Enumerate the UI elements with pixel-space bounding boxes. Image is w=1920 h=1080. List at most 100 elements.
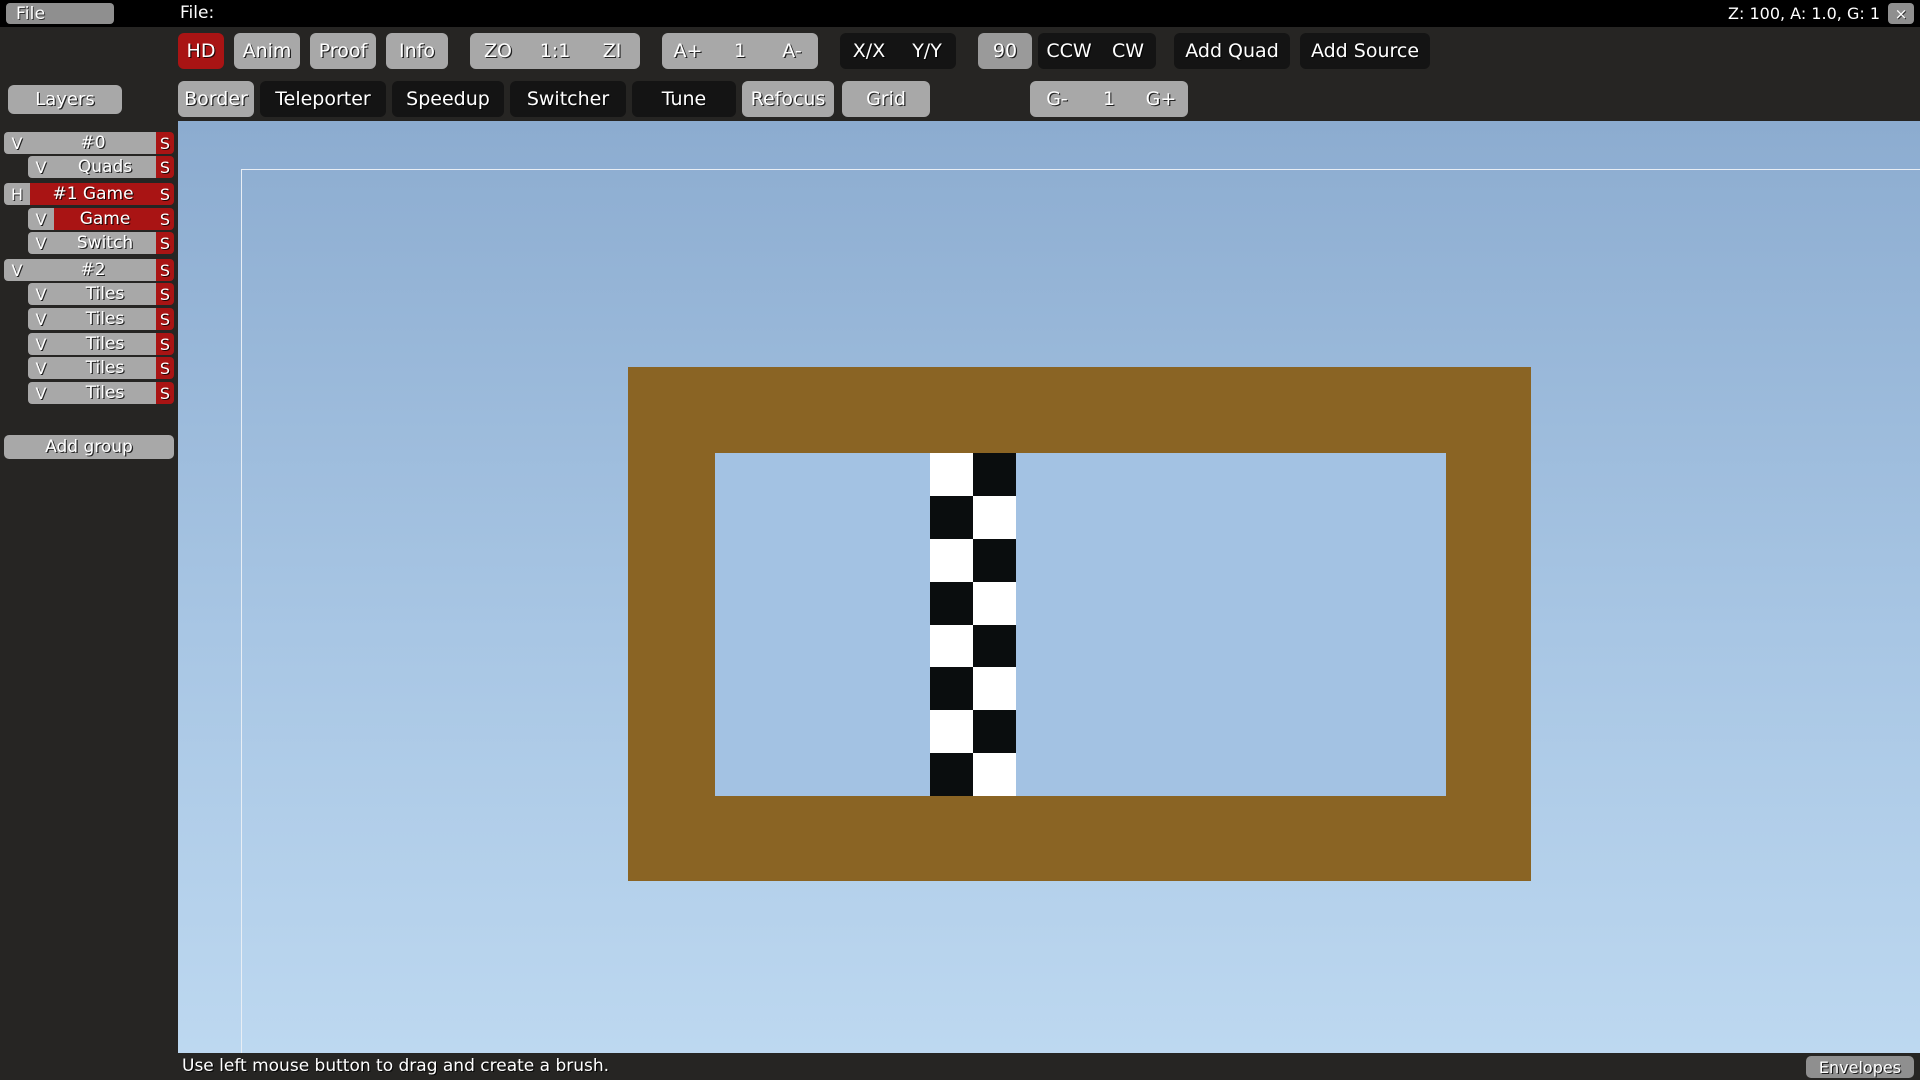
checker-tile	[973, 496, 1016, 539]
flip-controls: X/X Y/Y	[840, 33, 956, 69]
add-source-button[interactable]: Add Source	[1300, 33, 1430, 69]
checker-tile	[973, 582, 1016, 625]
layer-row[interactable]: VTilesS	[28, 333, 174, 355]
speedup-button[interactable]: Speedup	[392, 81, 504, 117]
layer-visibility-toggle[interactable]: V	[28, 382, 54, 404]
layer-settings-button[interactable]: S	[156, 382, 174, 404]
layer-row[interactable]: VTilesS	[28, 357, 174, 379]
anim-speed-value: 1	[714, 33, 766, 69]
rotate-cw-button[interactable]: CW	[1100, 33, 1156, 69]
layer-visibility-toggle[interactable]: H	[4, 183, 30, 205]
envelopes-button[interactable]: Envelopes	[1806, 1056, 1914, 1078]
layer-visibility-toggle[interactable]: V	[28, 283, 54, 305]
grid-button[interactable]: Grid	[842, 81, 930, 117]
grid-decrease-button[interactable]: G-	[1030, 81, 1084, 117]
checker-tile	[930, 539, 973, 582]
tune-button[interactable]: Tune	[632, 81, 736, 117]
layer-name-label[interactable]: #1 Game	[30, 183, 156, 205]
checker-tile	[973, 625, 1016, 668]
checker-tile	[930, 710, 973, 753]
teleporter-button[interactable]: Teleporter	[260, 81, 386, 117]
layer-visibility-toggle[interactable]: V	[4, 259, 30, 281]
layer-name-label[interactable]: Quads	[54, 156, 156, 178]
flip-y-button[interactable]: Y/Y	[898, 33, 956, 69]
border-button[interactable]: Border	[178, 81, 254, 117]
layer-row[interactable]: VTilesS	[28, 382, 174, 404]
layer-visibility-toggle[interactable]: V	[28, 156, 54, 178]
layer-name-label[interactable]: Tiles	[54, 308, 156, 330]
checker-tile	[973, 710, 1016, 753]
layer-settings-button[interactable]: S	[156, 232, 174, 254]
layer-visibility-toggle[interactable]: V	[28, 357, 54, 379]
layer-row[interactable]: VTilesS	[28, 308, 174, 330]
layer-name-label[interactable]: Tiles	[54, 333, 156, 355]
checker-tile	[930, 625, 973, 668]
layer-name-label[interactable]: Tiles	[54, 283, 156, 305]
layer-visibility-toggle[interactable]: V	[28, 333, 54, 355]
menu-file-label: File	[16, 4, 45, 24]
layer-row[interactable]: VQuadsS	[28, 156, 174, 178]
layer-settings-button[interactable]: S	[156, 333, 174, 355]
menu-file-button[interactable]: File	[6, 3, 114, 24]
zoom-out-button[interactable]: ZO	[470, 33, 526, 69]
layer-name-label[interactable]: Tiles	[54, 357, 156, 379]
layers-panel-title[interactable]: Layers	[8, 85, 122, 114]
layer-settings-button[interactable]: S	[156, 357, 174, 379]
map-canvas[interactable]	[178, 121, 1920, 1053]
zoom-reset-button[interactable]: 1:1	[526, 33, 584, 69]
toolbar-row-1: HD Anim Proof Info ZO 1:1 ZI A+ 1 A- X/X	[178, 31, 1430, 70]
tile-layer-area[interactable]	[715, 453, 1446, 796]
layer-row[interactable]: VSwitchS	[28, 232, 174, 254]
layer-row[interactable]: H#1 GameS	[4, 183, 174, 205]
layer-visibility-toggle[interactable]: V	[28, 232, 54, 254]
grid-increase-button[interactable]: G+	[1134, 81, 1188, 117]
zoom-in-button[interactable]: ZI	[584, 33, 640, 69]
layer-name-label[interactable]: Switch	[54, 232, 156, 254]
checkerboard-tiles[interactable]	[930, 453, 1016, 796]
layer-settings-button[interactable]: S	[156, 283, 174, 305]
menu-bar: File File: Z: 100, A: 1.0, G: 1 ×	[0, 0, 1920, 27]
layer-row[interactable]: VGameS	[28, 208, 174, 230]
checker-tile	[973, 453, 1016, 496]
layer-settings-button[interactable]: S	[156, 308, 174, 330]
flip-x-button[interactable]: X/X	[840, 33, 898, 69]
layer-row[interactable]: VTilesS	[28, 283, 174, 305]
editor-window: File File: Z: 100, A: 1.0, G: 1 × HD Ani…	[0, 0, 1920, 1080]
grid-size-controls: G- 1 G+	[1030, 81, 1188, 117]
switcher-button[interactable]: Switcher	[510, 81, 626, 117]
canvas-guide-vertical	[241, 169, 242, 1053]
proof-button[interactable]: Proof	[310, 33, 376, 69]
add-quad-button[interactable]: Add Quad	[1174, 33, 1290, 69]
layer-settings-button[interactable]: S	[156, 208, 174, 230]
anim-button[interactable]: Anim	[234, 33, 300, 69]
layer-visibility-toggle[interactable]: V	[4, 132, 30, 154]
layers-panel: Layers V#0SVQuadsSH#1 GameSVGameSVSwitch…	[0, 27, 178, 1053]
layer-settings-button[interactable]: S	[156, 259, 174, 281]
close-icon[interactable]: ×	[1888, 3, 1914, 24]
layer-settings-button[interactable]: S	[156, 183, 174, 205]
layer-name-label[interactable]: Tiles	[54, 382, 156, 404]
checker-tile	[930, 753, 973, 796]
layer-name-label[interactable]: Game	[54, 208, 156, 230]
anim-decrease-button[interactable]: A-	[766, 33, 818, 69]
checker-tile	[973, 667, 1016, 710]
rotate-ccw-button[interactable]: CCW	[1038, 33, 1100, 69]
hd-button[interactable]: HD	[178, 33, 224, 69]
add-group-button[interactable]: Add group	[4, 435, 174, 459]
layer-row[interactable]: V#0S	[4, 132, 174, 154]
refocus-button[interactable]: Refocus	[742, 81, 834, 117]
status-bar: Use left mouse button to drag and create…	[0, 1053, 1920, 1080]
zoom-anim-grid-status: Z: 100, A: 1.0, G: 1	[1728, 4, 1880, 23]
layer-name-label[interactable]: #2	[30, 259, 156, 281]
layer-visibility-toggle[interactable]: V	[28, 308, 54, 330]
rotation-angle-field[interactable]: 90	[978, 33, 1032, 69]
anim-increase-button[interactable]: A+	[662, 33, 714, 69]
layer-settings-button[interactable]: S	[156, 132, 174, 154]
status-hint-text: Use left mouse button to drag and create…	[182, 1056, 609, 1076]
checker-tile	[930, 496, 973, 539]
layer-settings-button[interactable]: S	[156, 156, 174, 178]
layer-row[interactable]: V#2S	[4, 259, 174, 281]
layer-visibility-toggle[interactable]: V	[28, 208, 54, 230]
info-button[interactable]: Info	[386, 33, 448, 69]
layer-name-label[interactable]: #0	[30, 132, 156, 154]
